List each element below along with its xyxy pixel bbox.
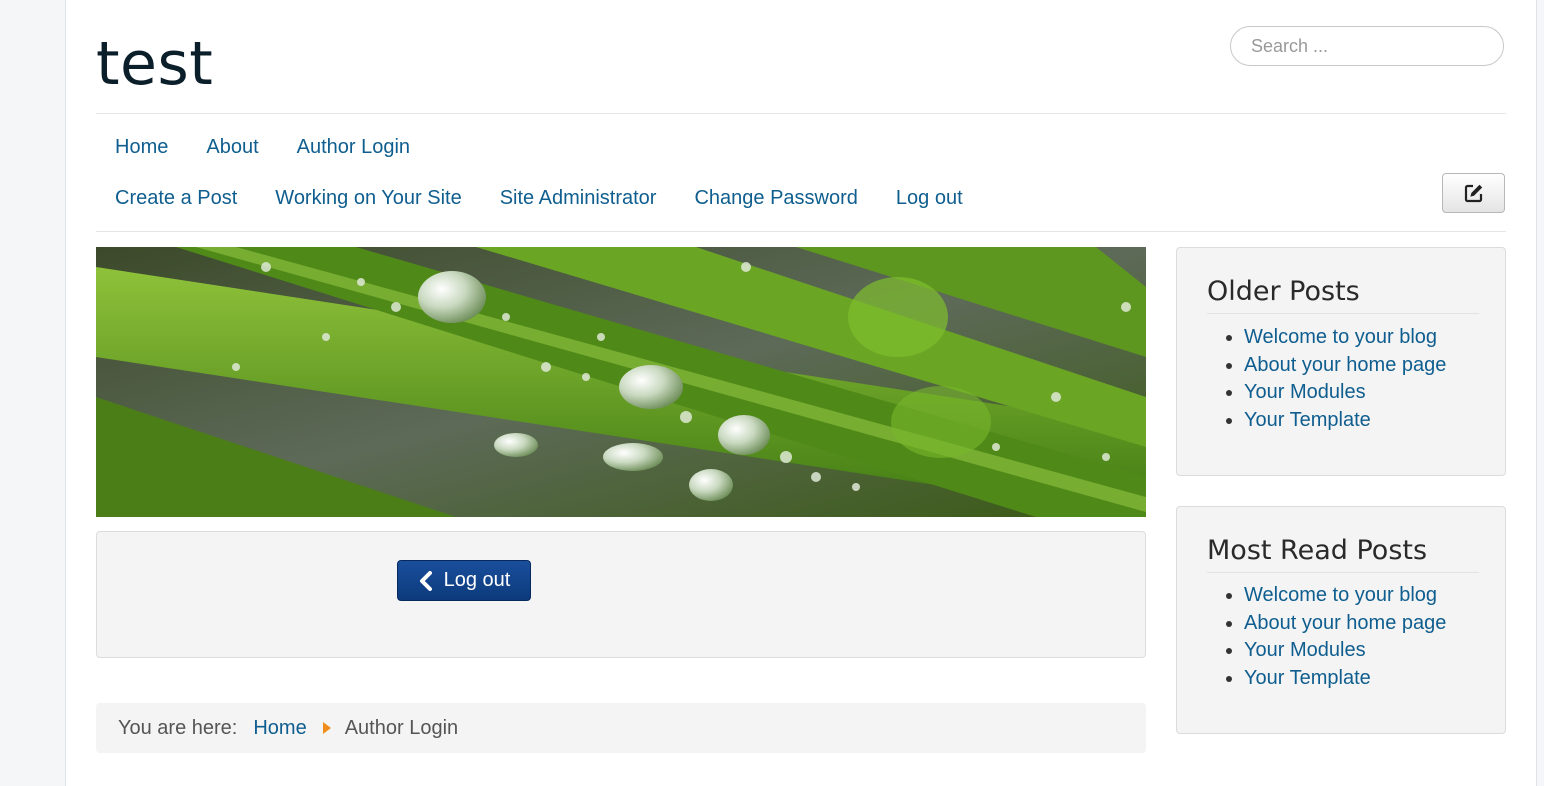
list-item: About your home page [1244, 610, 1446, 638]
site-title[interactable]: test [96, 28, 213, 100]
breadcrumb-separator-icon [322, 722, 331, 734]
list-item: Your Template [1244, 665, 1446, 693]
logout-button[interactable]: Log out [397, 560, 531, 601]
most-read-link[interactable]: Your Modules [1244, 639, 1366, 661]
most-read-module: Most Read Posts Welcome to your blog Abo… [1176, 506, 1506, 734]
list-item: Welcome to your blog [1244, 324, 1446, 352]
breadcrumb: You are here: Home Author Login [96, 703, 1146, 753]
breadcrumb-current: Author Login [344, 716, 459, 739]
nav-about[interactable]: About [187, 128, 277, 166]
most-read-title: Most Read Posts [1207, 535, 1479, 573]
chevron-left-icon [419, 570, 432, 591]
edit-icon [1464, 184, 1482, 203]
nav-author-login[interactable]: Author Login [278, 128, 429, 166]
most-read-link[interactable]: Welcome to your blog [1244, 584, 1437, 606]
search-input[interactable] [1230, 26, 1504, 66]
author-nav: Create a Post Working on Your Site Site … [96, 179, 982, 217]
header-divider [96, 113, 1506, 114]
most-read-list: Welcome to your blog About your home pag… [1207, 582, 1446, 692]
edit-menu-button[interactable] [1442, 173, 1505, 213]
list-item: Your Template [1244, 407, 1446, 435]
list-item: Your Modules [1244, 379, 1446, 407]
older-post-link[interactable]: About your home page [1244, 354, 1446, 376]
nav-create-post[interactable]: Create a Post [96, 179, 256, 217]
nav-log-out[interactable]: Log out [877, 179, 982, 217]
most-read-link[interactable]: About your home page [1244, 612, 1446, 634]
older-posts-module: Older Posts Welcome to your blog About y… [1176, 247, 1506, 476]
primary-nav: Home About Author Login [96, 128, 429, 166]
list-item: About your home page [1244, 352, 1446, 380]
nav-divider [96, 231, 1506, 232]
older-post-link[interactable]: Welcome to your blog [1244, 326, 1437, 348]
older-post-link[interactable]: Your Modules [1244, 381, 1366, 403]
nav-home[interactable]: Home [96, 128, 187, 166]
older-posts-list: Welcome to your blog About your home pag… [1207, 324, 1446, 434]
breadcrumb-prefix: You are here: [118, 716, 238, 739]
nav-change-password[interactable]: Change Password [675, 179, 876, 217]
older-post-link[interactable]: Your Template [1244, 409, 1371, 431]
list-item: Welcome to your blog [1244, 582, 1446, 610]
list-item: Your Modules [1244, 637, 1446, 665]
nav-working-on-site[interactable]: Working on Your Site [256, 179, 480, 217]
older-posts-title: Older Posts [1207, 276, 1479, 314]
breadcrumb-home-link[interactable]: Home [253, 717, 306, 740]
most-read-link[interactable]: Your Template [1244, 667, 1371, 689]
page-container: test Home About Author Login Create a Po… [65, 0, 1537, 786]
grass-banner-image [96, 247, 1146, 517]
nav-site-administrator[interactable]: Site Administrator [481, 179, 676, 217]
login-module: Log out [96, 531, 1146, 658]
logout-button-label: Log out [443, 569, 511, 591]
